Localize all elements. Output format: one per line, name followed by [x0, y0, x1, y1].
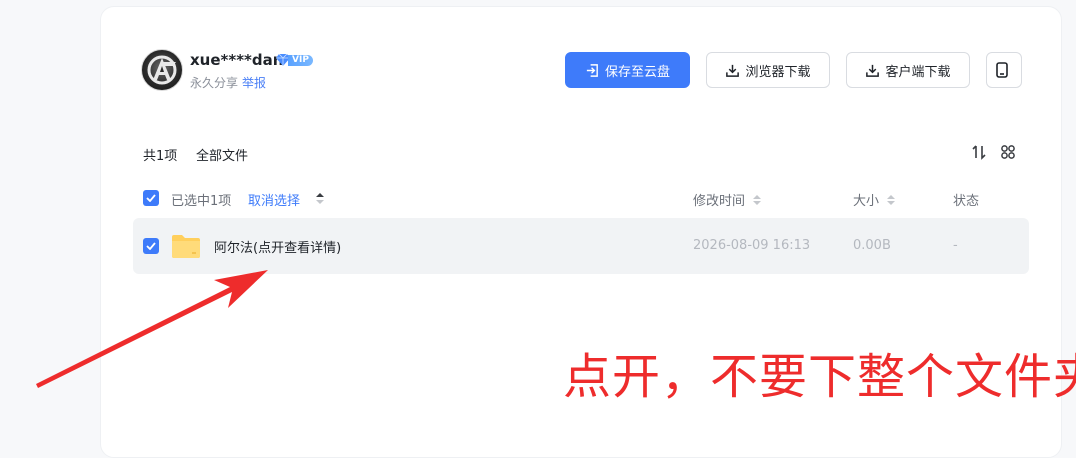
- annotation-arrow-icon: [36, 270, 268, 388]
